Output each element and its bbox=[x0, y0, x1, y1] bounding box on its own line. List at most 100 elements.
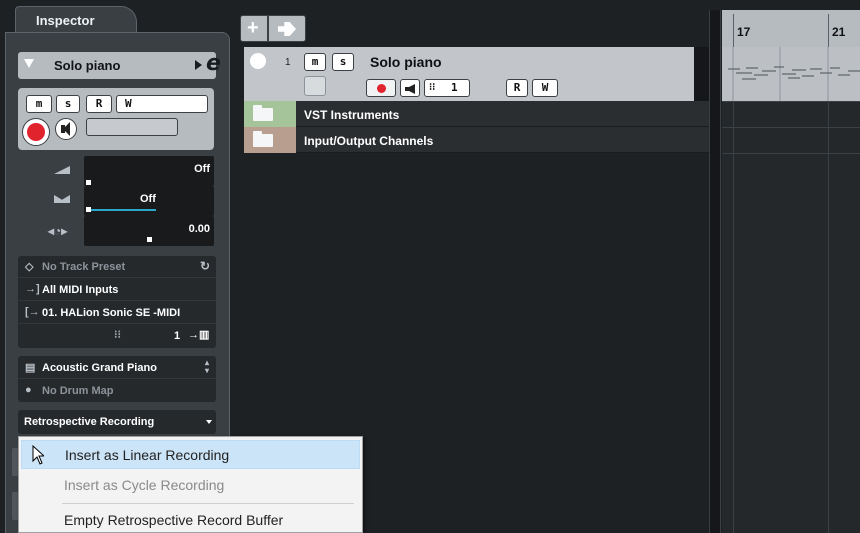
project-toolbar: + bbox=[240, 10, 708, 47]
lane-divider bbox=[722, 127, 860, 128]
midi-part[interactable] bbox=[722, 47, 860, 101]
delay-slider-thumb[interactable] bbox=[147, 237, 152, 242]
menu-item-insert-cycle[interactable]: Insert as Cycle Recording bbox=[21, 471, 360, 500]
folder-icon bbox=[253, 131, 273, 147]
pan-slider-thumb[interactable] bbox=[86, 207, 91, 212]
inspector-track-name: Solo piano bbox=[54, 58, 121, 73]
folder-label: VST Instruments bbox=[304, 108, 400, 122]
track-preset-field[interactable]: ◇ No Track Preset ↻ bbox=[18, 256, 216, 278]
midi-input-label: All MIDI Inputs bbox=[42, 284, 119, 296]
delay-value: 0.00 bbox=[188, 223, 210, 235]
tab-inspector[interactable]: Inspector bbox=[15, 6, 137, 32]
mute-button[interactable]: m bbox=[26, 95, 52, 113]
inspector-tab-label: Inspector bbox=[36, 13, 95, 28]
track-preset-label: No Track Preset bbox=[42, 261, 126, 273]
pan-value: Off bbox=[140, 193, 156, 205]
menu-item-insert-linear[interactable]: Insert as Linear Recording bbox=[21, 440, 360, 469]
drum-map-field[interactable]: ● No Drum Map bbox=[18, 380, 216, 402]
channel-value[interactable]: 1 bbox=[174, 330, 180, 342]
track-list-divider[interactable] bbox=[709, 10, 721, 533]
dropdown-arrow-icon bbox=[206, 420, 212, 424]
grid-line bbox=[828, 47, 829, 533]
retrospective-recording-label: Retrospective Recording bbox=[24, 416, 155, 428]
drum-map-icon: ● bbox=[25, 384, 32, 396]
edit-instrument-icon[interactable]: e bbox=[206, 51, 221, 76]
volume-field[interactable]: Off bbox=[84, 156, 214, 186]
collapse-triangle-icon[interactable] bbox=[24, 59, 34, 68]
track-monitor-button[interactable] bbox=[400, 79, 420, 97]
program-stepper-icon[interactable]: ▴ ▾ bbox=[205, 359, 209, 375]
folder-label: Input/Output Channels bbox=[304, 134, 434, 148]
delay-icon: ◂◔▸ bbox=[48, 224, 68, 238]
midi-output-field[interactable]: [→ 01. HALion Sonic SE -MIDI bbox=[18, 302, 216, 324]
track-row-edge bbox=[694, 47, 709, 101]
speaker-icon bbox=[405, 84, 415, 94]
delay-row: ◂◔▸ 0.00 bbox=[20, 216, 216, 246]
program-list-icon: ▤ bbox=[25, 362, 36, 374]
ruler-tick bbox=[828, 14, 829, 47]
write-automation-button[interactable]: W bbox=[116, 95, 208, 113]
pan-icon bbox=[54, 195, 70, 203]
input-routing-icon: →] bbox=[25, 283, 40, 295]
mouse-pointer-icon bbox=[32, 445, 44, 465]
pan-field[interactable]: Off bbox=[84, 186, 214, 216]
track-number: 1 bbox=[285, 57, 291, 68]
record-enable-button[interactable] bbox=[22, 118, 50, 146]
monitor-button[interactable] bbox=[55, 118, 77, 140]
midi-notes bbox=[728, 47, 860, 101]
track-record-button[interactable] bbox=[366, 79, 396, 97]
grid-line bbox=[733, 47, 734, 533]
lane-divider bbox=[722, 101, 860, 102]
menu-item-empty-buffer[interactable]: Empty Retrospective Record Buffer bbox=[21, 506, 360, 533]
folder-vst-instruments[interactable]: VST Instruments bbox=[244, 101, 709, 127]
midi-track-icon bbox=[250, 53, 266, 69]
ruler-tick bbox=[733, 14, 734, 47]
folder-icon bbox=[253, 105, 273, 121]
track-options-icon bbox=[278, 22, 296, 36]
track-channel-field[interactable]: ⁝⁝ 1 bbox=[424, 79, 470, 97]
ruler-bar-17: 17 bbox=[737, 25, 751, 39]
keyboard-icon[interactable]: →▥ bbox=[188, 328, 209, 341]
track-mute-button[interactable]: m bbox=[304, 53, 326, 71]
program-field[interactable]: ▤ Acoustic Grand Piano ▴ ▾ bbox=[18, 357, 216, 379]
retrospective-recording-dropdown[interactable]: Retrospective Recording bbox=[18, 410, 216, 434]
track-color-square[interactable] bbox=[304, 76, 326, 96]
volume-icon bbox=[54, 166, 70, 174]
lane-divider bbox=[722, 153, 860, 154]
midi-channel-row: ⁝⁝ 1 →▥ bbox=[18, 325, 216, 347]
preset-diamond-icon: ◇ bbox=[25, 261, 34, 273]
track-options-button[interactable] bbox=[268, 15, 306, 42]
midi-output-label: 01. HALion Sonic SE -MIDI bbox=[42, 307, 181, 319]
reset-icon[interactable]: ↻ bbox=[200, 259, 210, 273]
volume-value: Off bbox=[194, 163, 210, 175]
read-automation-button[interactable]: R bbox=[86, 95, 112, 113]
volume-slider-thumb[interactable] bbox=[86, 180, 91, 185]
program-label: Acoustic Grand Piano bbox=[42, 362, 157, 374]
play-arrow-icon[interactable] bbox=[195, 60, 202, 70]
track-read-button[interactable]: R bbox=[506, 79, 528, 97]
track-solo-button[interactable]: s bbox=[332, 53, 354, 71]
add-track-button[interactable]: + bbox=[240, 15, 268, 42]
inspector-track-header[interactable]: Solo piano e bbox=[18, 51, 221, 79]
meter-bar bbox=[86, 118, 178, 136]
midi-part-body bbox=[722, 47, 860, 101]
folder-input-output-channels[interactable]: Input/Output Channels bbox=[244, 127, 709, 153]
track-name: Solo piano bbox=[370, 54, 442, 70]
drum-map-label: No Drum Map bbox=[42, 385, 114, 397]
event-display[interactable] bbox=[722, 47, 860, 533]
channel-grid-icon: ⁝⁝ bbox=[114, 329, 121, 341]
ruler-bar-21: 21 bbox=[832, 25, 846, 39]
pan-row: Off bbox=[20, 186, 216, 216]
timeline-ruler[interactable]: 17 21 bbox=[722, 10, 860, 47]
volume-row: Off bbox=[20, 156, 216, 186]
channel-grid-icon-small: ⁝⁝ bbox=[429, 82, 436, 93]
plus-icon: + bbox=[247, 17, 259, 39]
solo-button[interactable]: s bbox=[56, 95, 80, 113]
context-menu: Insert as Linear Recording Insert as Cyc… bbox=[18, 436, 363, 533]
midi-input-field[interactable]: →] All MIDI Inputs bbox=[18, 279, 216, 301]
delay-field[interactable]: 0.00 bbox=[84, 216, 214, 246]
track-channel-value: 1 bbox=[451, 81, 458, 94]
track-write-button[interactable]: W bbox=[532, 79, 558, 97]
track-solo-piano[interactable]: 1 m s Solo piano ⁝⁝ 1 R W bbox=[244, 47, 709, 101]
menu-separator bbox=[62, 503, 354, 504]
